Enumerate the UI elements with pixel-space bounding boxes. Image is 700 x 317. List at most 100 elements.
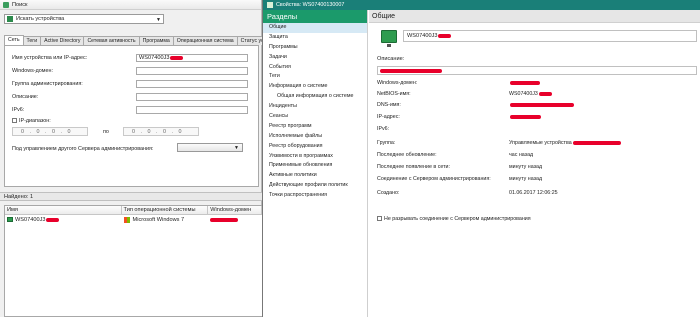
result-name: WS07400J3 [15, 216, 46, 223]
property-row: IP-адрес: [377, 114, 697, 123]
column-header-os[interactable]: Тип операционной системы [122, 206, 209, 214]
property-value: минуту назад [509, 176, 542, 182]
keep-connection-row[interactable]: Не разрывать соединение с Сервером админ… [377, 216, 531, 222]
ip-range-checkbox-row[interactable]: IP-диапазон: [12, 118, 51, 124]
keep-connection-label: Не разрывать соединение с Сервером админ… [384, 216, 531, 222]
chevron-down-icon: ▼ [234, 145, 239, 151]
redaction-mark [170, 55, 184, 60]
admin-group-input[interactable] [136, 80, 248, 88]
column-header-domain[interactable]: Windows-домен [208, 206, 262, 214]
search-tabs: Сеть Теги Active Directory Сетевая активнос… [4, 35, 273, 45]
sidebar-item-15[interactable]: Активные политики [263, 171, 367, 181]
result-os: Microsoft Windows 7 [132, 216, 185, 223]
redaction-mark [380, 68, 442, 73]
property-label: DNS-имя: [377, 102, 401, 108]
sidebar-item-17[interactable]: Точки распространения [263, 191, 367, 201]
property-label: Создано: [377, 190, 400, 196]
device-name-value: WS07400J3 [407, 33, 438, 39]
property-value-text: 01.06.2017 12:06:25 [509, 190, 558, 196]
tab-4[interactable]: Программа [138, 36, 174, 45]
description-label: Описание: [12, 94, 39, 100]
sidebar-item-9[interactable]: Сеансы [263, 112, 367, 122]
sidebar-item-7[interactable]: Общая информация о системе [263, 92, 367, 102]
table-row[interactable]: WS07400J3 Microsoft Windows 7 [5, 215, 262, 224]
computer-icon [381, 30, 397, 47]
result-domain-cell [208, 215, 262, 224]
devices-icon [7, 16, 13, 22]
property-label: NetBIOS-имя: [377, 91, 411, 97]
property-row: Группа: Управляемые устройства [377, 140, 697, 149]
column-header-name[interactable]: Имя [5, 206, 122, 214]
sidebar-item-12[interactable]: Реестр оборудования [263, 142, 367, 152]
property-value: час назад [509, 152, 533, 158]
search-window: Поиск Искать устройства ▼ Сеть Теги Active… [0, 0, 273, 317]
search-window-title: Поиск [12, 1, 28, 8]
chevron-down-icon: ▼ [156, 17, 161, 23]
property-value-text: минуту назад [509, 176, 543, 182]
found-count: Найдено: 1 [0, 192, 262, 201]
property-row: Последнее обновление: час назад [377, 152, 697, 161]
section-title: Общие [369, 10, 700, 23]
property-value-text: час назад [509, 152, 534, 158]
windows-domain-input[interactable] [136, 67, 248, 75]
description-field[interactable] [377, 66, 697, 75]
property-value: WS07400J3 [509, 91, 552, 97]
property-label: Windows-домен: [377, 80, 418, 86]
property-value-text: WS07400J3 [509, 91, 538, 97]
property-value [509, 102, 574, 108]
property-value [509, 114, 541, 120]
sidebar-item-1[interactable]: Защита [263, 33, 367, 43]
sidebar-item-11[interactable]: Исполняемые файлы [263, 132, 367, 142]
description-input[interactable] [136, 93, 248, 101]
ip-range-checkbox[interactable] [12, 118, 17, 124]
device-name-label: Имя устройства или IP-адрес: [12, 55, 88, 61]
sidebar-item-14[interactable]: Применимые обновления [263, 161, 367, 171]
sidebar-item-2[interactable]: Программы [263, 43, 367, 53]
properties-window: Свойства: WS07400130007 Разделы Общие Защ… [262, 0, 700, 317]
sidebar-item-5[interactable]: Теги [263, 72, 367, 82]
property-label: Последнее появление в сети: [377, 164, 450, 170]
property-row: Соединение с Сервером администрирования:… [377, 176, 697, 185]
property-label: Соединение с Сервером администрирования: [377, 176, 491, 182]
sidebar-item-6[interactable]: Информация о системе [263, 82, 367, 92]
sidebar-item-4[interactable]: События [263, 63, 367, 73]
windows-logo-icon [123, 216, 130, 223]
tab-3[interactable]: Сетевая активность [83, 36, 140, 45]
keep-connection-checkbox[interactable] [377, 216, 382, 222]
device-name-field[interactable]: WS07400J3 [403, 30, 697, 42]
admin-group-label: Группа администрирования: [12, 81, 83, 87]
property-label: IP-адрес: [377, 114, 400, 120]
property-row: IPv6: [377, 126, 697, 135]
property-row: NetBIOS-имя: WS07400J3 [377, 91, 697, 100]
redaction-mark [46, 217, 60, 222]
sidebar-item-16[interactable]: Действующие профили политик [263, 181, 367, 191]
ip-range-from-input[interactable]: 0 . 0 . 0 . 0 [12, 127, 88, 136]
server-select[interactable]: ▼ [177, 143, 243, 152]
properties-app-icon [267, 2, 273, 8]
property-row: Создано: 01.06.2017 12:06:25 [377, 190, 697, 199]
computer-icon [7, 217, 13, 222]
property-row: Последнее появление в сети: минуту назад [377, 164, 697, 173]
device-name-input[interactable]: WS07400J3 [136, 54, 248, 62]
tab-2[interactable]: Active Directory [40, 36, 85, 45]
tab-5[interactable]: Операционная система [172, 36, 238, 45]
redaction-mark [438, 33, 452, 38]
sidebar-item-0[interactable]: Общие [263, 23, 367, 33]
property-value: 01.06.2017 12:06:25 [509, 190, 558, 196]
ipv6-label: IPv6: [12, 107, 25, 113]
sidebar-list: Общие Защита Программы Задачи События Теги Инф… [263, 23, 367, 201]
ipv6-input[interactable] [136, 106, 248, 114]
sidebar-item-3[interactable]: Задачи [263, 53, 367, 63]
property-row: Windows-домен: [377, 80, 697, 89]
search-type-dropdown[interactable]: Искать устройства ▼ [4, 14, 164, 24]
sidebar-item-10[interactable]: Реестр программ [263, 122, 367, 132]
network-tab-panel: Имя устройства или IP-адрес: WS07400J3 W… [4, 45, 259, 187]
sections-sidebar: Разделы Общие Защита Программы Задачи Событи… [263, 10, 368, 317]
sidebar-item-13[interactable]: Уязвимости в программах [263, 152, 367, 162]
ip-range-to-label: по [103, 129, 109, 135]
sidebar-item-8[interactable]: Инциденты [263, 102, 367, 112]
tab-0[interactable]: Сеть [4, 35, 24, 45]
search-titlebar: Поиск [0, 0, 261, 10]
tab-1[interactable]: Теги [22, 36, 42, 45]
ip-range-to-input[interactable]: 0 . 0 . 0 . 0 [123, 127, 199, 136]
